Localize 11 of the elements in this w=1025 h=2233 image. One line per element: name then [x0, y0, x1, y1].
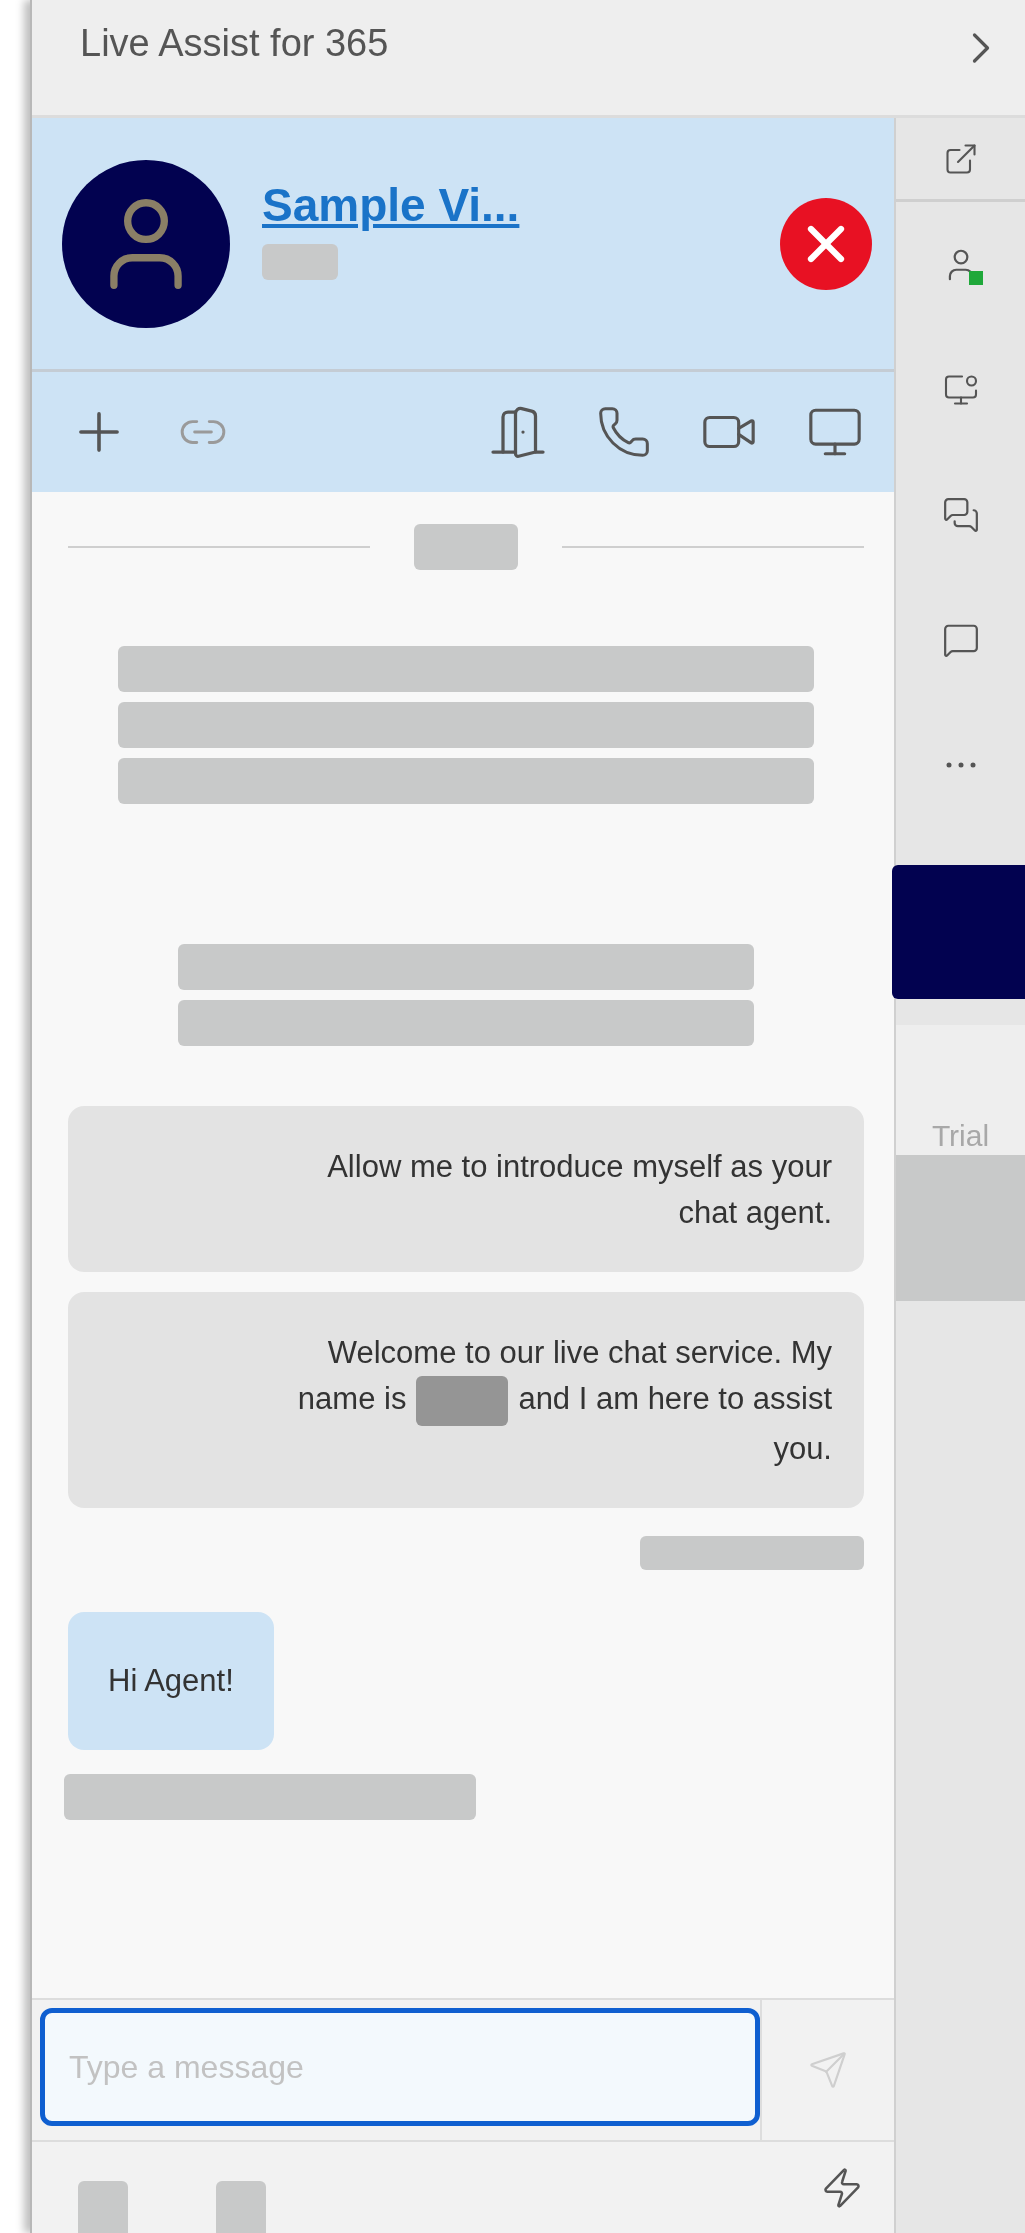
chat-message: Allow me to introduce myself as your chat agent. [68, 1106, 864, 1272]
more-icon [945, 761, 976, 768]
phone-icon[interactable] [596, 404, 652, 460]
chat-message: Hi Agent! [68, 1612, 274, 1750]
chat-message: Welcome to our live chat service. My name is and I am here to assist you. [68, 1292, 864, 1508]
send-icon [808, 2050, 848, 2090]
trial-label: Trial [931, 1119, 990, 1153]
chats-icon [941, 495, 980, 534]
message-input[interactable]: Type a message [40, 2008, 760, 2126]
window-title: Live Assist for 365 [80, 22, 389, 65]
visitor-name-link[interactable]: Sample Vi... [262, 177, 780, 232]
